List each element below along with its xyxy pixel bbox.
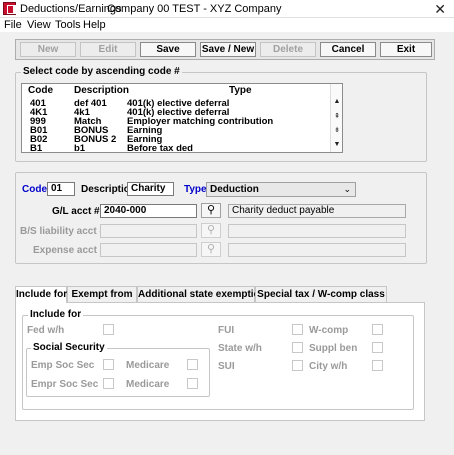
gl-acct-description: Charity deduct payable	[228, 204, 406, 218]
emp-soc-sec-checkbox[interactable]	[103, 359, 114, 370]
emp-soc-sec-label: Emp Soc Sec	[31, 360, 95, 371]
binoculars-icon[interactable]: ⚲	[201, 223, 221, 238]
fed-wh-checkbox[interactable]	[103, 324, 114, 335]
exit-button[interactable]: Exit	[380, 42, 432, 57]
expense-acct-field[interactable]	[100, 243, 197, 257]
medicare-label: Medicare	[126, 360, 170, 371]
wcomp-label: W-comp	[309, 325, 349, 336]
code-field[interactable]: 01	[47, 182, 75, 196]
gl-acct-label: G/L acct #	[52, 206, 100, 217]
medicare-checkbox[interactable]	[187, 359, 198, 370]
menu-view[interactable]: View	[27, 19, 51, 31]
binoculars-icon[interactable]: ⚲	[201, 203, 221, 218]
scroll-up-icon[interactable]: ▲	[332, 97, 342, 107]
fui-checkbox[interactable]	[292, 324, 303, 335]
state-wh-checkbox[interactable]	[292, 342, 303, 353]
bs-liability-description	[228, 224, 406, 238]
expense-acct-label: Expense acct #	[33, 245, 106, 256]
medicare-employer-checkbox[interactable]	[187, 378, 198, 389]
menu-help[interactable]: Help	[83, 19, 106, 31]
sui-checkbox[interactable]	[292, 360, 303, 371]
tab-include-for[interactable]: Include for	[15, 286, 67, 303]
binoculars-icon[interactable]: ⚲	[201, 242, 221, 257]
menu-bar: File View Tools Help	[0, 18, 454, 32]
fui-label: FUI	[218, 325, 235, 336]
medicare-employer-label: Medicare	[126, 379, 170, 390]
sui-label: SUI	[218, 361, 235, 372]
fed-wh-label: Fed w/h	[27, 325, 65, 336]
col-type-header: Type	[229, 85, 252, 96]
type-select-value: Deduction	[210, 184, 259, 195]
tab-special-tax[interactable]: Special tax / W-comp class	[255, 286, 387, 302]
expense-acct-description	[228, 243, 406, 257]
window-company: Company 00 TEST - XYZ Company	[107, 3, 282, 15]
include-for-title: Include for	[28, 309, 84, 320]
bs-liability-field[interactable]	[100, 224, 197, 238]
code-list[interactable]: Code Description Type 401 def 401 401(k)…	[21, 83, 343, 154]
tabs-area: Include for Exempt from Additional state…	[15, 286, 425, 421]
col-description-header: Description	[74, 85, 130, 96]
new-button[interactable]: New	[20, 42, 76, 57]
tab-exempt-from[interactable]: Exempt from	[67, 286, 137, 302]
row-description: b1	[74, 143, 86, 154]
tab-additional-state-exemptions[interactable]: Additional state exemptions	[137, 286, 271, 302]
suppl-ben-checkbox[interactable]	[372, 342, 383, 353]
city-wh-checkbox[interactable]	[372, 360, 383, 371]
type-select[interactable]: Deduction ⌄	[206, 182, 356, 197]
bs-liability-label: B/S liability acct #	[20, 226, 106, 237]
scroll-down-icon[interactable]: ▼	[332, 140, 342, 150]
suppl-ben-label: Suppl ben	[309, 343, 358, 354]
description-field[interactable]: Charity	[127, 182, 174, 196]
menu-file[interactable]: File	[4, 19, 22, 31]
chevron-down-icon: ⌄	[343, 184, 351, 194]
list-item[interactable]: B1 b1 Before tax ded	[22, 143, 330, 154]
menu-tools[interactable]: Tools	[55, 19, 81, 31]
row-code: B1	[30, 143, 43, 154]
code-label: Code	[22, 184, 47, 195]
page-up-icon[interactable]: ⇞	[332, 112, 342, 122]
app-icon	[3, 2, 16, 15]
save-new-button[interactable]: Save / New	[200, 42, 256, 57]
social-security-title: Social Security	[31, 342, 107, 353]
empr-soc-sec-label: Empr Soc Sec	[31, 379, 99, 390]
delete-button[interactable]: Delete	[260, 42, 316, 57]
page-down-icon[interactable]: ⇟	[332, 126, 342, 136]
gl-acct-field[interactable]: 2040-000	[100, 204, 197, 218]
select-code-title: Select code by ascending code #	[21, 66, 182, 77]
wcomp-checkbox[interactable]	[372, 324, 383, 335]
row-type: Before tax ded	[127, 143, 193, 154]
empr-soc-sec-checkbox[interactable]	[103, 378, 114, 389]
state-wh-label: State w/h	[218, 343, 262, 354]
save-button[interactable]: Save	[140, 42, 196, 57]
title-bar: Deductions/Earnings Company 00 TEST - XY…	[0, 0, 454, 18]
include-for-panel: Include for Fed w/h Social Security Emp …	[15, 302, 425, 421]
cancel-button[interactable]: Cancel	[320, 42, 376, 57]
list-scrollbar[interactable]: ▲ ⇞ ⇟ ▼	[330, 84, 342, 152]
col-code-header: Code	[28, 85, 53, 96]
toolbar: New Edit Save Save / New Delete Cancel E…	[15, 39, 435, 60]
close-icon[interactable]: ✕	[434, 1, 446, 18]
edit-button[interactable]: Edit	[80, 42, 136, 57]
type-label: Type	[184, 184, 207, 195]
city-wh-label: City w/h	[309, 361, 348, 372]
